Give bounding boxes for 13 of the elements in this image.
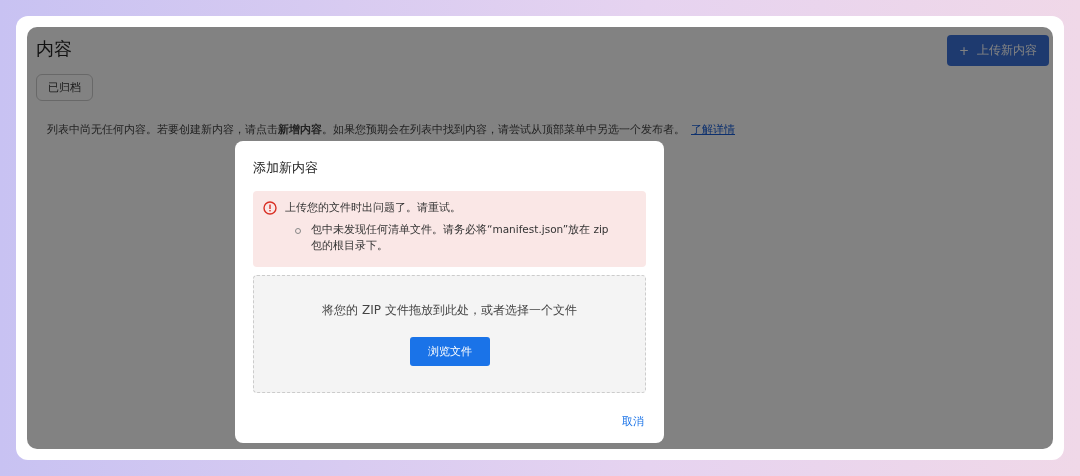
drop-prompt: 将您的 ZIP 文件拖放到此处，或者选择一个文件 (322, 302, 577, 320)
page-title: 内容 (36, 37, 72, 61)
cancel-button[interactable]: 取消 (620, 412, 646, 431)
drop-zone[interactable]: 将您的 ZIP 文件拖放到此处，或者选择一个文件 浏览文件 (253, 275, 646, 394)
dialog-title: 添加新内容 (253, 159, 319, 177)
upload-button[interactable]: + 上传新内容 (946, 35, 1049, 66)
browse-button[interactable]: 浏览文件 (409, 337, 490, 367)
error-message: 上传您的文件时出问题了。请重试。 (285, 200, 462, 215)
filter-chip[interactable]: 已归档 (36, 74, 93, 101)
error-detail: 包中未发现任何清单文件。请务必将“manifest.json”放在 zip 包的根目录下。 (311, 221, 609, 253)
error-icon (263, 201, 277, 215)
learn-more-link[interactable]: 了解详情 (691, 123, 735, 135)
empty-message: 列表中尚无任何内容。若要创建新内容，请点击新增内容。如果您预期会在列表中找到内容，请尝试从顶部菜单中另选一个发布者。 了解详情 (47, 123, 736, 137)
